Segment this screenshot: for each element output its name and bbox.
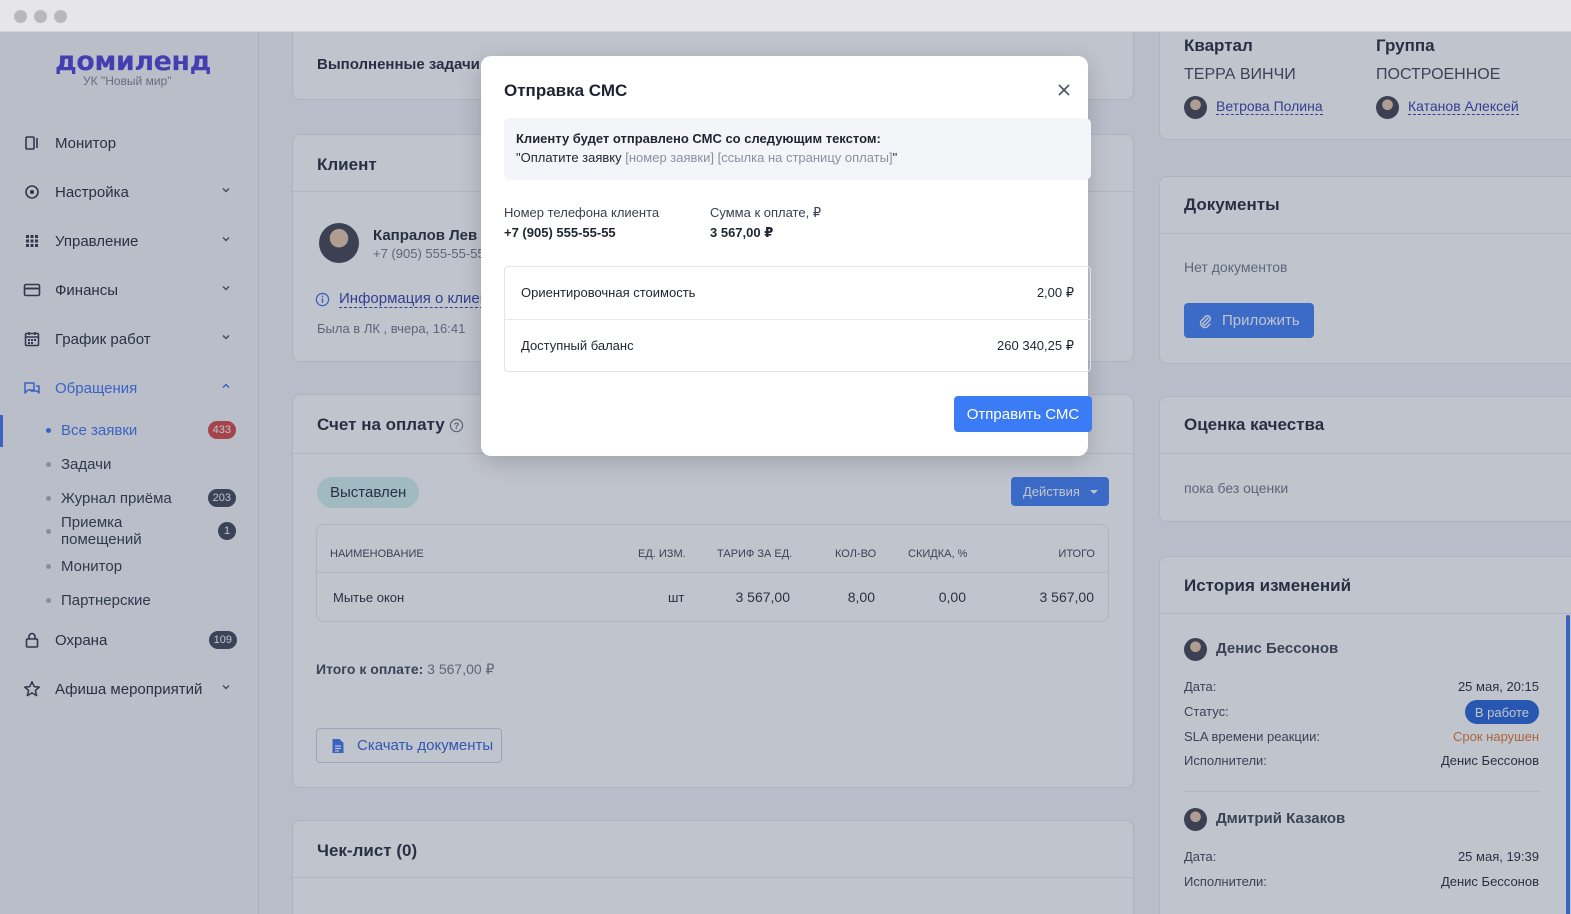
send-sms-dialog: Отправка СМС Клиенту будет отправлено СМ… <box>481 56 1092 456</box>
sum-label: Сумма к оплате, ₽ <box>710 205 822 220</box>
balance-row: Доступный баланс 260 340,25 ₽ <box>521 338 1074 354</box>
phone-label: Номер телефона клиента <box>504 205 660 220</box>
window-minimize-control[interactable] <box>34 10 47 23</box>
app: домиленд УК "Новый мир" Монитор Настройк… <box>0 32 1571 914</box>
window-zoom-control[interactable] <box>54 10 67 23</box>
phone-value: +7 (905) 555-55-55 <box>504 225 616 240</box>
window-titlebar <box>0 0 1571 32</box>
dialog-title: Отправка СМС <box>504 81 628 100</box>
sms-preview-heading: Клиенту будет отправлено СМС со следующи… <box>516 131 881 146</box>
cost-value: 2,00 ₽ <box>1036 285 1074 300</box>
close-icon[interactable] <box>1056 82 1072 98</box>
sms-text-suffix: " <box>892 150 898 165</box>
send-sms-button[interactable]: Отправить СМС <box>954 396 1092 432</box>
balance-value: 260 340,25 ₽ <box>997 338 1074 353</box>
divider <box>505 319 1090 320</box>
sum-value: 3 567,00 ₽ <box>710 225 774 240</box>
sms-preview-text: "Оплатите заявку [номер заявки] [ссылка … <box>516 148 1079 167</box>
cost-summary-box: Ориентировочная стоимость 2,00 ₽ Доступн… <box>504 266 1091 372</box>
window-close-control[interactable] <box>14 10 27 23</box>
cost-label: Ориентировочная стоимость <box>521 285 696 300</box>
sms-preview-box: Клиенту будет отправлено СМС со следующи… <box>504 118 1091 180</box>
balance-label: Доступный баланс <box>521 338 634 353</box>
sms-text-placeholder: [номер заявки] [ссылка на страницу оплат… <box>625 150 893 165</box>
cost-row: Ориентировочная стоимость 2,00 ₽ <box>521 285 1074 301</box>
sms-text-prefix: "Оплатите заявку <box>516 150 626 165</box>
